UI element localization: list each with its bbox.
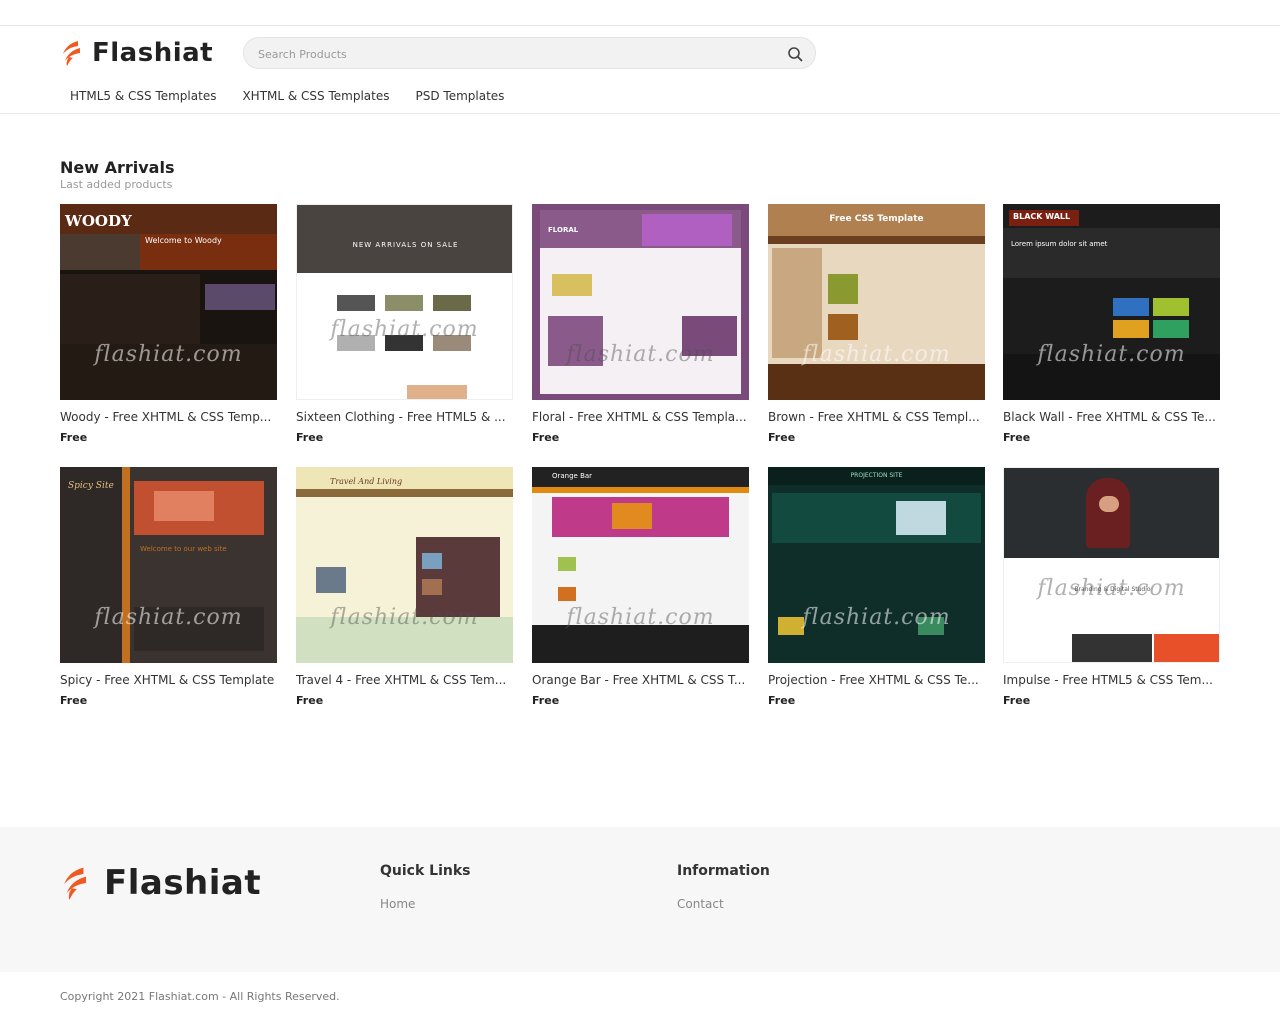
product-thumbnail-black-wall[interactable]: BLACK WALL Lorem ipsum dolor sit amet fl… (1003, 204, 1220, 400)
product-card: BLACK WALL Lorem ipsum dolor sit amet fl… (1003, 204, 1220, 444)
product-thumbnail-impulse[interactable]: Branding & Digital Studio flashiat.com (1003, 467, 1220, 663)
product-thumbnail-woody[interactable]: WOODY Welcome to Woody flashiat.com (60, 204, 277, 400)
quick-links-title: Quick Links (380, 863, 471, 879)
product-price: Free (768, 694, 796, 707)
search-bar (243, 37, 816, 69)
section-subtitle: Last added products (60, 178, 173, 191)
product-thumbnail-sixteen-clothing[interactable]: NEW ARRIVALS ON SALE flashiat.com (296, 204, 513, 400)
product-price: Free (296, 694, 324, 707)
product-thumbnail-orange-bar[interactable]: Orange Bar flashiat.com (532, 467, 749, 663)
product-title[interactable]: Spicy - Free XHTML & CSS Template (60, 673, 277, 687)
product-title[interactable]: Sixteen Clothing - Free HTML5 & ... (296, 410, 513, 424)
nav-divider (0, 113, 1280, 114)
product-thumbnail-spicy[interactable]: Spicy Site Welcome to our web site flash… (60, 467, 277, 663)
product-price: Free (60, 431, 88, 444)
product-title[interactable]: Projection - Free XHTML & CSS Te... (768, 673, 985, 687)
product-card: Free CSS Template flashiat.com Brown - F… (768, 204, 985, 444)
product-card: Travel And Living flashiat.com Travel 4 … (296, 467, 513, 707)
category-nav: HTML5 & CSS Templates XHTML & CSS Templa… (70, 89, 530, 103)
footer-logo-text: Flashiat (104, 863, 262, 903)
copyright-text: Copyright 2021 Flashiat.com - All Rights… (60, 990, 340, 1003)
site-footer: Flashiat Quick Links Home Information Co… (0, 827, 1280, 972)
site-logo[interactable]: Flashiat (60, 38, 213, 68)
product-price: Free (532, 431, 560, 444)
product-price: Free (296, 431, 324, 444)
product-price: Free (60, 694, 88, 707)
flame-logo-icon (63, 41, 80, 66)
product-price: Free (768, 431, 796, 444)
product-title[interactable]: Travel 4 - Free XHTML & CSS Tem... (296, 673, 513, 687)
product-card: NEW ARRIVALS ON SALE flashiat.com Sixtee… (296, 204, 513, 444)
product-price: Free (1003, 694, 1031, 707)
information-title: Information (677, 863, 770, 879)
footer-logo[interactable]: Flashiat (60, 863, 261, 903)
top-divider (0, 25, 1280, 26)
product-card: FLORAL flashiat.com Floral - Free XHTML … (532, 204, 749, 444)
nav-item-html5-css[interactable]: HTML5 & CSS Templates (70, 89, 216, 103)
product-title[interactable]: Black Wall - Free XHTML & CSS Te... (1003, 410, 1220, 424)
nav-item-psd[interactable]: PSD Templates (416, 89, 505, 103)
section-title: New Arrivals (60, 158, 175, 177)
product-card: WOODY Welcome to Woody flashiat.com Wood… (60, 204, 277, 444)
footer-link-contact[interactable]: Contact (677, 897, 724, 911)
search-icon (788, 47, 803, 62)
search-button[interactable] (785, 44, 805, 64)
product-card: PROJECTION SITE flashiat.com Projection … (768, 467, 985, 707)
product-thumbnail-travel-4[interactable]: Travel And Living flashiat.com (296, 467, 513, 663)
logo-text: Flashiat (92, 38, 214, 68)
product-price: Free (532, 694, 560, 707)
nav-item-xhtml-css[interactable]: XHTML & CSS Templates (242, 89, 389, 103)
product-title[interactable]: Brown - Free XHTML & CSS Templ... (768, 410, 985, 424)
product-thumbnail-projection[interactable]: PROJECTION SITE flashiat.com (768, 467, 985, 663)
product-title[interactable]: Impulse - Free HTML5 & CSS Tem... (1003, 673, 1220, 687)
product-title[interactable]: Orange Bar - Free XHTML & CSS T... (532, 673, 749, 687)
product-title[interactable]: Woody - Free XHTML & CSS Temp... (60, 410, 277, 424)
product-card: Branding & Digital Studio flashiat.com I… (1003, 467, 1220, 707)
product-thumbnail-floral[interactable]: FLORAL flashiat.com (532, 204, 749, 400)
product-price: Free (1003, 431, 1031, 444)
search-input[interactable] (258, 44, 758, 64)
flame-logo-icon (64, 867, 86, 900)
product-thumbnail-brown[interactable]: Free CSS Template flashiat.com (768, 204, 985, 400)
footer-link-home[interactable]: Home (380, 897, 415, 911)
product-card: Orange Bar flashiat.com Orange Bar - Fre… (532, 467, 749, 707)
product-card: Spicy Site Welcome to our web site flash… (60, 467, 277, 707)
product-title[interactable]: Floral - Free XHTML & CSS Templa... (532, 410, 749, 424)
